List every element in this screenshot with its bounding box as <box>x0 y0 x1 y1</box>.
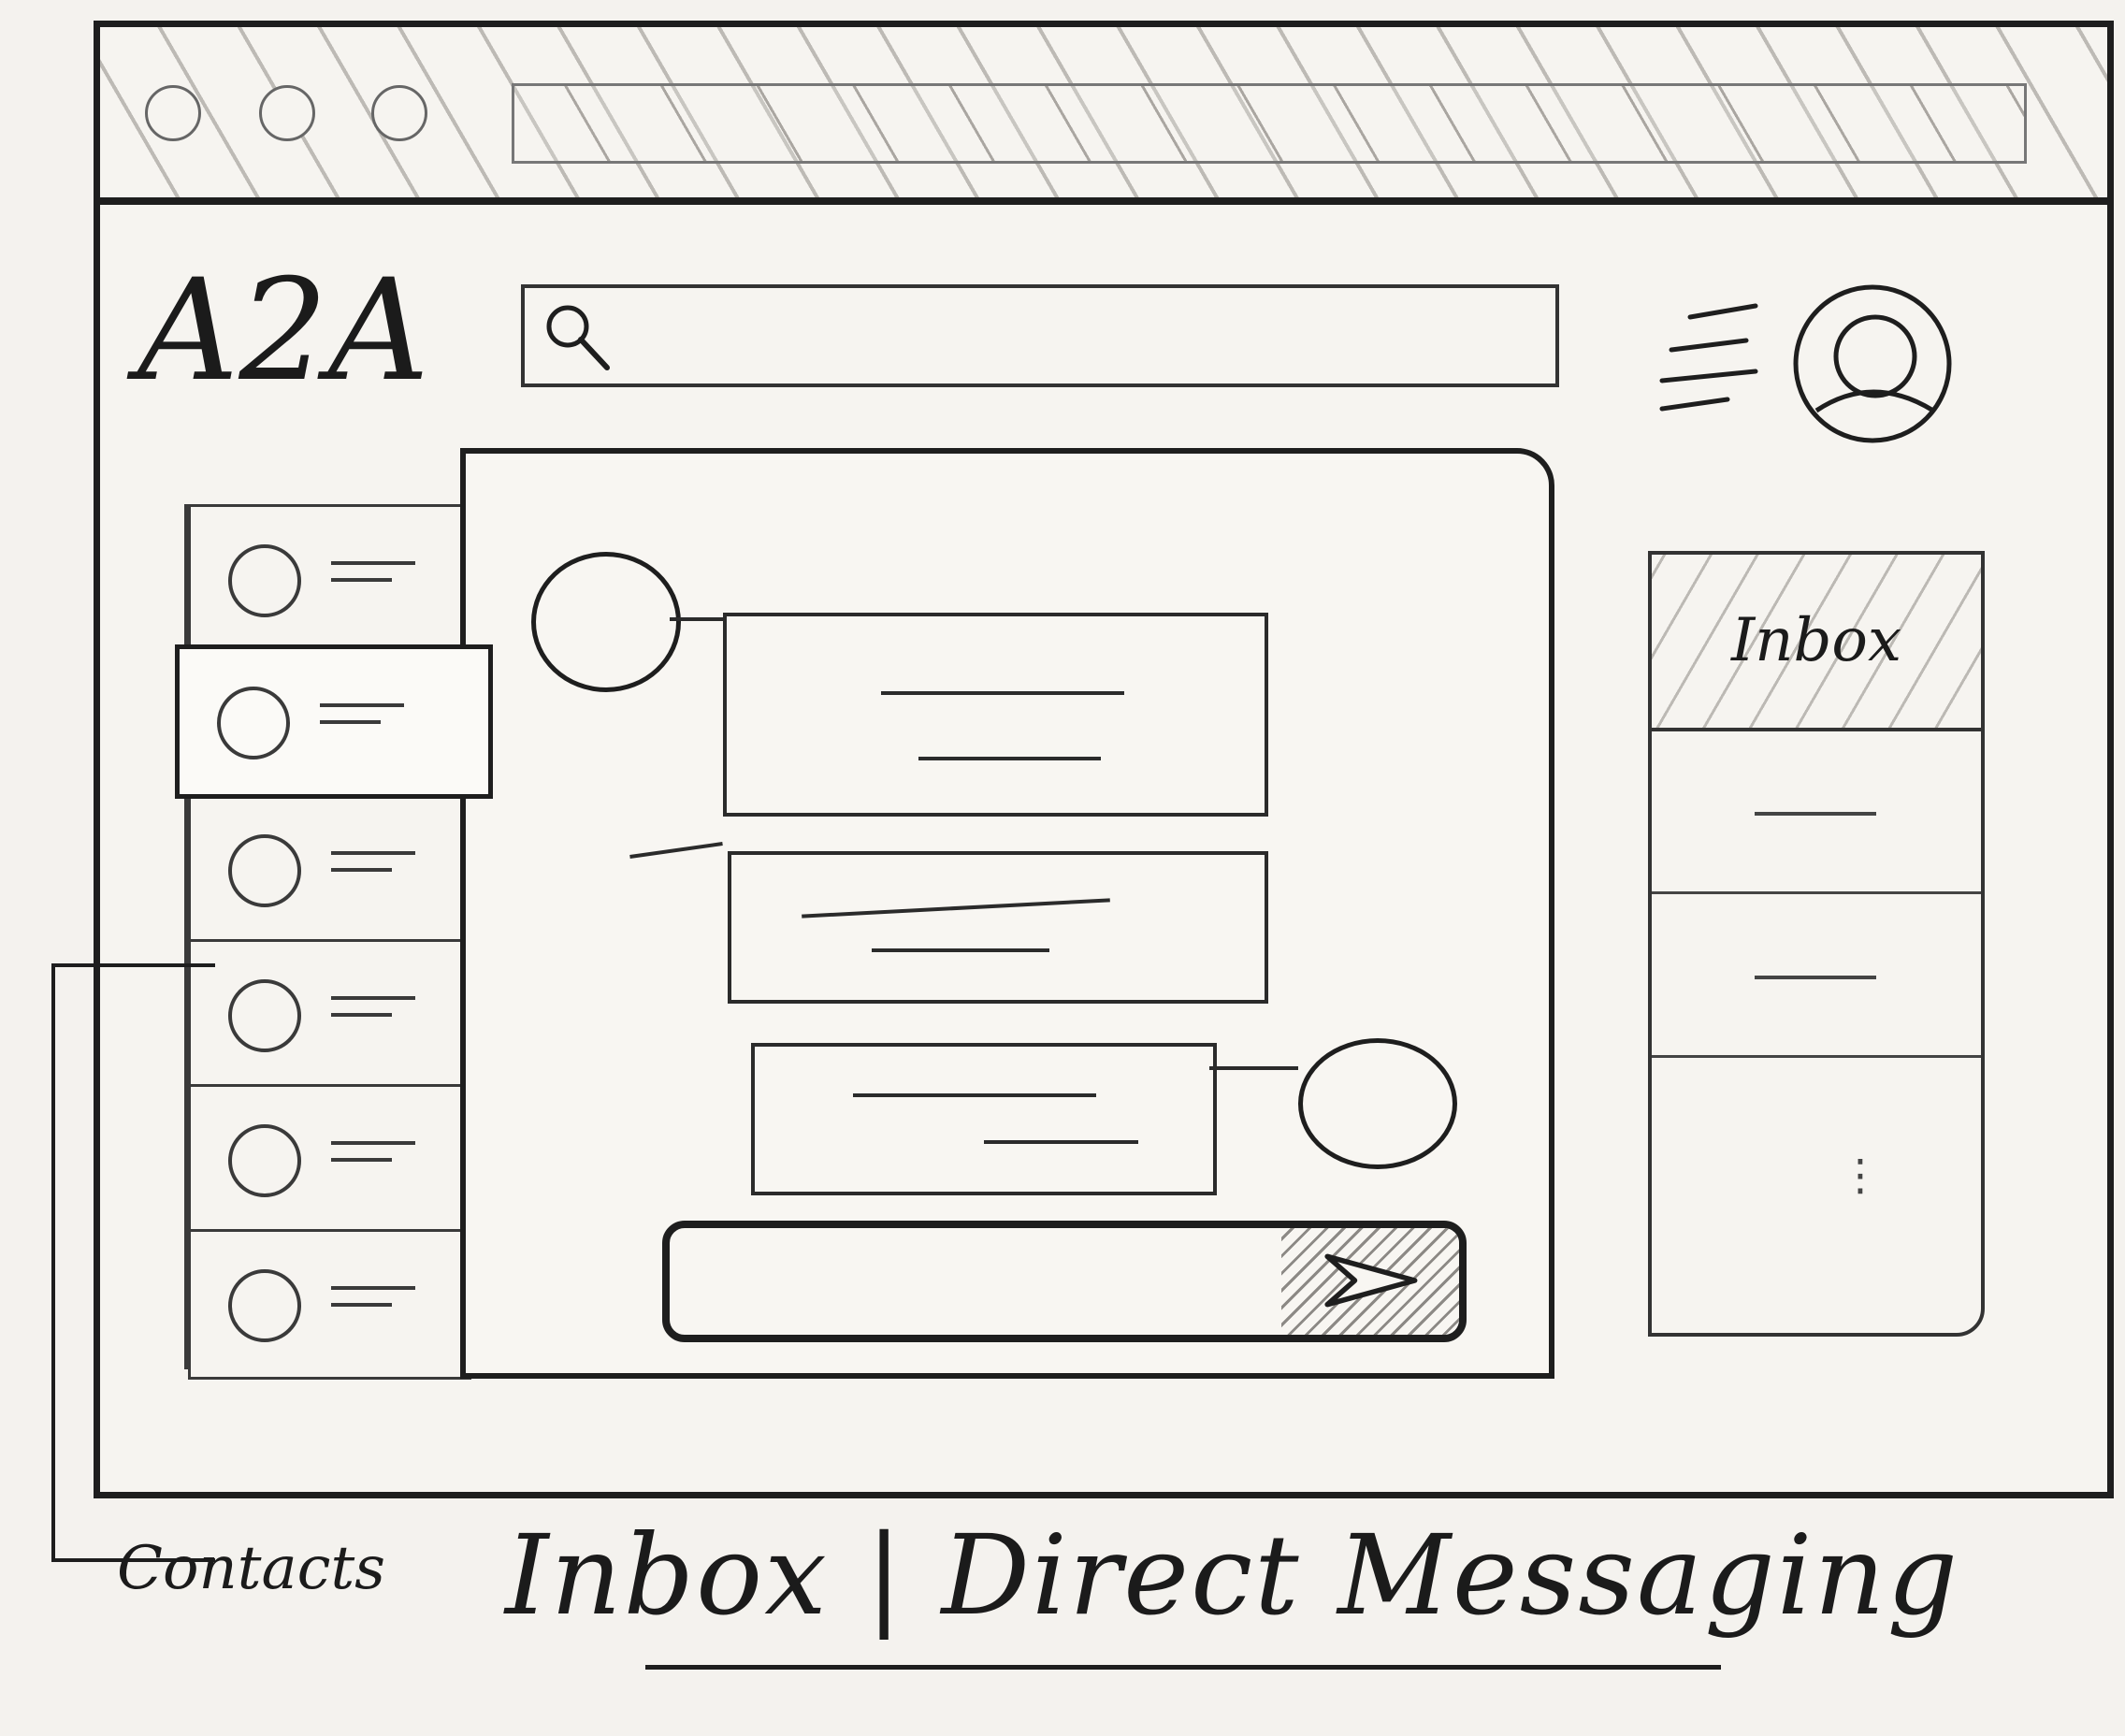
contacts-annotation-bracket <box>51 963 215 1562</box>
sender-avatar-icon <box>531 552 681 692</box>
bubble-tail <box>629 842 723 859</box>
contact-item[interactable] <box>188 1229 471 1380</box>
bubble-tail <box>1209 1066 1298 1070</box>
caption-underline <box>645 1665 1721 1670</box>
contact-avatar-icon <box>228 544 301 617</box>
more-icon[interactable]: ⋮ <box>1839 1153 1882 1196</box>
search-input[interactable] <box>521 284 1559 387</box>
message-bubble-sent <box>751 1043 1217 1195</box>
bubble-tail <box>670 617 726 621</box>
page-caption: Inbox | Direct Messaging <box>505 1511 1960 1640</box>
search-icon[interactable] <box>540 298 614 373</box>
contact-avatar-icon <box>228 979 301 1052</box>
send-button[interactable] <box>1281 1228 1459 1335</box>
contact-name-placeholder <box>331 1286 415 1324</box>
inbox-item[interactable] <box>1652 728 1981 894</box>
contacts-annotation-label: Contacts <box>117 1534 385 1603</box>
contact-avatar-icon <box>228 1124 301 1197</box>
contact-name-placeholder <box>331 561 415 599</box>
inbox-item[interactable] <box>1652 891 1981 1058</box>
window-maximize-icon[interactable] <box>371 85 427 141</box>
contact-avatar-icon <box>228 834 301 907</box>
message-input[interactable] <box>670 1228 1287 1335</box>
inbox-title[interactable]: Inbox <box>1652 555 1981 731</box>
send-icon <box>1324 1253 1418 1307</box>
contact-avatar-icon <box>228 1269 301 1342</box>
contact-item[interactable] <box>188 939 471 1090</box>
browser-chrome <box>100 27 2107 205</box>
contact-item[interactable] <box>188 1084 471 1235</box>
message-bubble-received <box>723 613 1268 817</box>
contact-name-placeholder <box>331 1141 415 1179</box>
app-logo[interactable]: A2A <box>137 261 429 401</box>
chat-panel <box>460 448 1554 1379</box>
inbox-panel: Inbox ⋮ <box>1648 551 1985 1337</box>
contacts-list <box>175 504 493 1380</box>
message-composer <box>662 1221 1467 1342</box>
message-bubble-received <box>728 851 1268 1004</box>
menu-icon[interactable] <box>1653 298 1765 420</box>
own-avatar-icon <box>1298 1038 1457 1169</box>
contact-avatar-icon <box>217 687 290 760</box>
contact-item[interactable] <box>188 794 471 945</box>
contact-name-placeholder <box>331 851 415 889</box>
window-minimize-icon[interactable] <box>259 85 315 141</box>
contact-item-active[interactable] <box>175 644 493 799</box>
address-bar[interactable] <box>512 83 2027 164</box>
user-avatar-icon[interactable] <box>1784 270 1961 448</box>
contact-name-placeholder <box>331 996 415 1034</box>
contact-name-placeholder <box>320 703 404 741</box>
browser-window: A2A Inbox ⋮ <box>94 21 2114 1498</box>
window-close-icon[interactable] <box>145 85 201 141</box>
contact-item[interactable] <box>188 504 471 655</box>
